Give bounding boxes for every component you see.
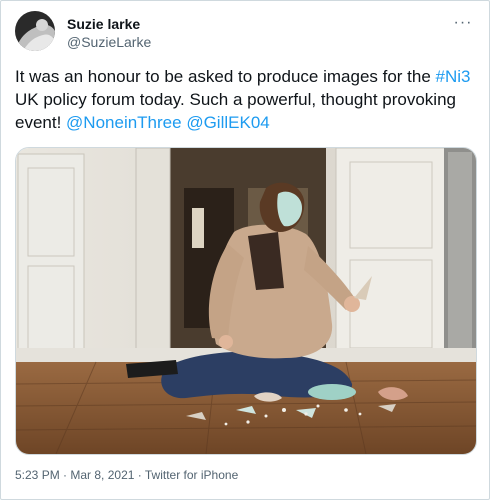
user-handle[interactable]: @SuzieLarke <box>67 33 151 51</box>
separator-dot: · <box>59 468 71 482</box>
mention-link[interactable]: @NoneinThree <box>66 113 182 132</box>
tweet-card: Suzie larke @SuzieLarke ··· It was an ho… <box>0 0 490 500</box>
tweet-source[interactable]: Twitter for iPhone <box>145 468 238 482</box>
photo-illustration <box>16 148 476 454</box>
author-names: Suzie larke @SuzieLarke <box>67 15 151 51</box>
tweet-header: Suzie larke @SuzieLarke ··· <box>15 11 475 53</box>
avatar[interactable] <box>15 11 55 51</box>
more-horizontal-icon[interactable]: ··· <box>451 13 475 33</box>
tweet-date[interactable]: Mar 8, 2021 <box>70 468 134 482</box>
separator-dot: · <box>134 468 145 482</box>
tweet-text-part: It was an honour to be asked to produce … <box>15 67 436 86</box>
tweet-photo[interactable] <box>15 147 477 455</box>
tweet-text: It was an honour to be asked to produce … <box>15 65 477 134</box>
tweet-metadata: 5:23 PM · Mar 8, 2021 · Twitter for iPho… <box>15 467 238 483</box>
mention-link[interactable]: @GillEK04 <box>186 113 269 132</box>
display-name[interactable]: Suzie larke <box>67 15 151 33</box>
hashtag-link[interactable]: #Ni3 <box>436 67 471 86</box>
avatar-image <box>15 11 55 51</box>
tweet-time[interactable]: 5:23 PM <box>15 468 60 482</box>
